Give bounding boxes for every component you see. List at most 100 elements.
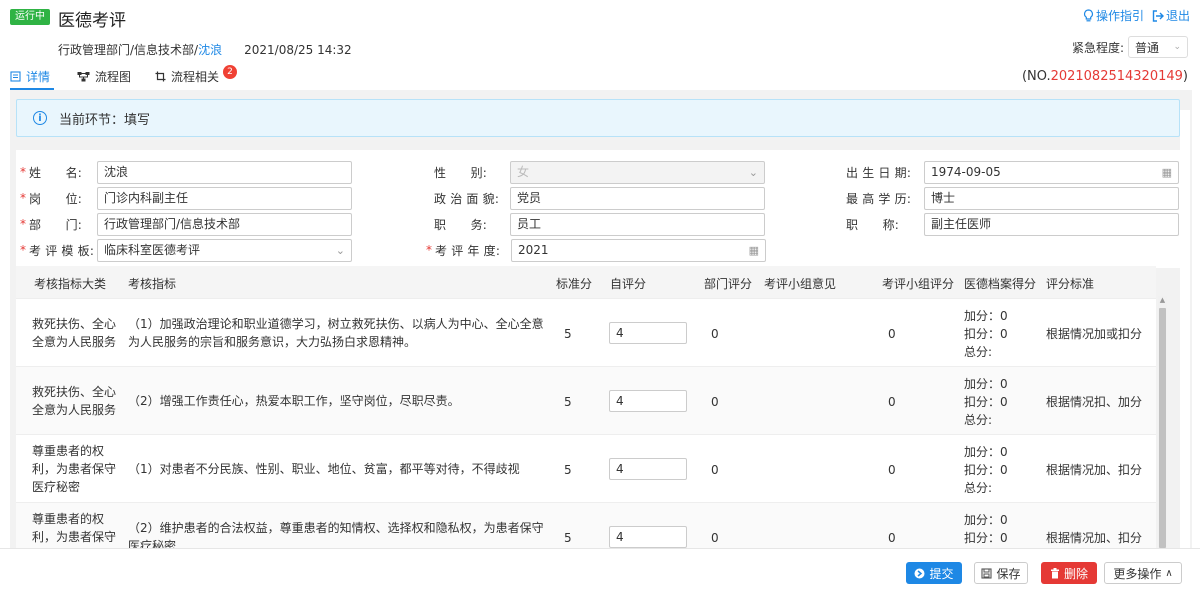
year-input[interactable]: 2021 ▦ xyxy=(511,238,766,262)
tab-count-badge: 2 xyxy=(223,65,237,79)
col-category: 考核指标大类 xyxy=(34,277,107,291)
name-label: 姓 名: xyxy=(29,165,83,180)
logout-icon xyxy=(1152,9,1164,22)
political-label: 政 治 面 貌: xyxy=(434,191,500,206)
col-standard: 标准分 xyxy=(556,277,593,291)
top-links: 操作指引 退出 xyxy=(1083,7,1190,24)
submit-icon xyxy=(914,568,925,578)
row-standard: 5 xyxy=(564,463,572,477)
more-actions-button[interactable]: 更多操作 ∧ xyxy=(1104,562,1182,584)
name-input[interactable]: 沈浪 xyxy=(97,160,352,184)
row-group-score: 0 xyxy=(888,463,896,477)
dept-input[interactable]: 行政管理部门/信息技术部 xyxy=(97,212,352,236)
created-datetime: 2021/08/25 14:32 xyxy=(244,43,352,57)
template-value: 临床科室医德考评 xyxy=(104,242,201,257)
post-input[interactable]: 门诊内科副主任 xyxy=(97,186,352,210)
col-indicator: 考核指标 xyxy=(128,277,177,291)
table-header: 考核指标大类 考核指标 标准分 自评分 部门评分 考评小组意见 考评小组评分 医… xyxy=(16,266,1156,298)
required-marker: * xyxy=(426,243,432,257)
urgency-value: 普通 xyxy=(1135,40,1160,55)
lightbulb-icon xyxy=(1083,9,1093,22)
self-score-input[interactable]: 4 xyxy=(609,390,687,412)
current-step-text: 当前环节：填写 xyxy=(59,112,151,128)
duty-field: 职 务: 员工 xyxy=(434,212,765,236)
delete-button[interactable]: 删除 xyxy=(1041,562,1097,584)
table-scrollbar[interactable]: ▲ xyxy=(1158,296,1167,548)
row-indicator: （1）加强政治理论和职业道德学习，树立救死扶伤、以病人为中心、全心全意为人民服务… xyxy=(128,317,544,349)
row-standard: 5 xyxy=(564,395,572,409)
gender-select[interactable]: 女 ⌄ xyxy=(510,160,765,184)
save-icon xyxy=(981,567,993,579)
calendar-icon: ▦ xyxy=(748,243,759,257)
document-meta: 行政管理部门/信息技术部/沈浪 2021/08/25 14:32 xyxy=(58,41,352,58)
info-icon: i xyxy=(33,111,47,125)
gender-field: 性 别: 女 ⌄ xyxy=(434,160,765,184)
row-criteria: 根据情况扣、加分 xyxy=(1046,395,1143,409)
row-standard: 5 xyxy=(564,531,572,545)
save-button[interactable]: 保存 xyxy=(974,562,1028,584)
education-input[interactable]: 博士 xyxy=(924,186,1179,210)
row-criteria: 根据情况加、扣分 xyxy=(1046,463,1143,477)
user-link[interactable]: 沈浪 xyxy=(198,43,222,57)
title-field: 职 称: 副主任医师 xyxy=(846,212,1179,236)
title-input[interactable]: 副主任医师 xyxy=(924,212,1179,236)
scroll-thumb[interactable] xyxy=(1159,308,1166,548)
row-dept-score: 0 xyxy=(711,327,719,341)
urgency-field: 紧急程度: 普通 ⌄ xyxy=(1072,36,1188,58)
urgency-select[interactable]: 普通 ⌄ xyxy=(1128,36,1188,58)
submit-label: 提交 xyxy=(929,566,954,581)
education-field: 最 高 学 历: 博士 xyxy=(846,186,1179,210)
col-archive: 医德档案得分 xyxy=(964,277,1037,291)
template-select[interactable]: 临床科室医德考评 ⌄ xyxy=(97,238,352,262)
tab-process-related[interactable]: 流程相关 xyxy=(155,68,219,85)
gender-value: 女 xyxy=(517,164,530,179)
template-field: * 考 评 模 板: 临床科室医德考评 ⌄ xyxy=(20,238,352,262)
row-archive-total: 总分: xyxy=(964,413,993,427)
dept-field: * 部 门: 行政管理部门/信息技术部 xyxy=(20,212,352,236)
template-label: 考 评 模 板: xyxy=(29,243,95,258)
row-archive-deduct: 扣分：0 xyxy=(964,463,1008,477)
row-archive-deduct: 扣分：0 xyxy=(964,327,1008,341)
duty-label: 职 务: xyxy=(434,217,488,232)
table-row: 救死扶伤、全心全意为人民服务 （2）增强工作责任心，热爱本职工作，坚守岗位，尽职… xyxy=(16,366,1156,434)
submit-button[interactable]: 提交 xyxy=(906,562,962,584)
flowchart-icon xyxy=(77,72,90,82)
status-badge: 运行中 xyxy=(10,9,50,25)
action-footer: 提交 保存 删除 更多操作 ∧ xyxy=(0,548,1200,593)
row-group-score: 0 xyxy=(888,327,896,341)
exit-link[interactable]: 退出 xyxy=(1152,7,1190,24)
required-marker: * xyxy=(20,191,26,205)
education-label: 最 高 学 历: xyxy=(846,191,912,206)
row-archive-add: 加分：0 xyxy=(964,445,1008,459)
guide-link[interactable]: 操作指引 xyxy=(1083,7,1144,24)
employee-form: * 姓 名: 沈浪 性 别: 女 ⌄ 出 生 日 期: 1974-09-05 ▦ *… xyxy=(16,150,1186,268)
delete-label: 删除 xyxy=(1063,566,1088,581)
tab-details[interactable]: 详情 xyxy=(10,68,50,85)
birth-value: 1974-09-05 xyxy=(931,164,1001,179)
chevron-up-icon: ∧ xyxy=(1165,567,1173,579)
table-row: 救死扶伤、全心全意为人民服务 （1）加强政治理论和职业道德学习，树立救死扶伤、以… xyxy=(16,298,1156,366)
self-score-input[interactable]: 4 xyxy=(609,458,687,480)
birth-label: 出 生 日 期: xyxy=(846,165,912,180)
row-indicator: （1）对患者不分民族、性别、职业、地位、贫富，都平等对待，不得歧视 xyxy=(128,462,520,476)
scroll-up-icon[interactable]: ▲ xyxy=(1159,296,1166,306)
political-input[interactable]: 党员 xyxy=(510,186,765,210)
self-score-input[interactable]: 4 xyxy=(609,322,687,344)
gender-label: 性 别: xyxy=(434,165,488,180)
birth-input[interactable]: 1974-09-05 ▦ xyxy=(924,160,1179,184)
duty-input[interactable]: 员工 xyxy=(510,212,765,236)
tab-details-label: 详情 xyxy=(26,70,51,84)
post-field: * 岗 位: 门诊内科副主任 xyxy=(20,186,352,210)
tab-flowchart[interactable]: 流程图 xyxy=(77,68,131,85)
self-score-input[interactable]: 4 xyxy=(609,526,687,548)
chevron-down-icon: ⌄ xyxy=(1173,42,1181,52)
col-group-opinion: 考评小组意见 xyxy=(764,277,837,291)
page-header: 运行中 医德考评 操作指引 退出 行政管理部门/信息技术部/沈浪 2021/08/… xyxy=(0,0,1200,90)
tab-process-related-label: 流程相关 xyxy=(171,70,220,84)
political-field: 政 治 面 貌: 党员 xyxy=(434,186,765,210)
row-indicator: （2）增强工作责任心，热爱本职工作，坚守岗位，尽职尽责。 xyxy=(128,394,460,408)
row-archive-deduct: 扣分：0 xyxy=(964,395,1008,409)
page-scrollbar[interactable] xyxy=(1180,110,1190,550)
dept-label: 部 门: xyxy=(29,217,83,232)
table-row: 尊重患者的权利，为患者保守医疗秘密 （1）对患者不分民族、性别、职业、地位、贫富… xyxy=(16,434,1156,502)
